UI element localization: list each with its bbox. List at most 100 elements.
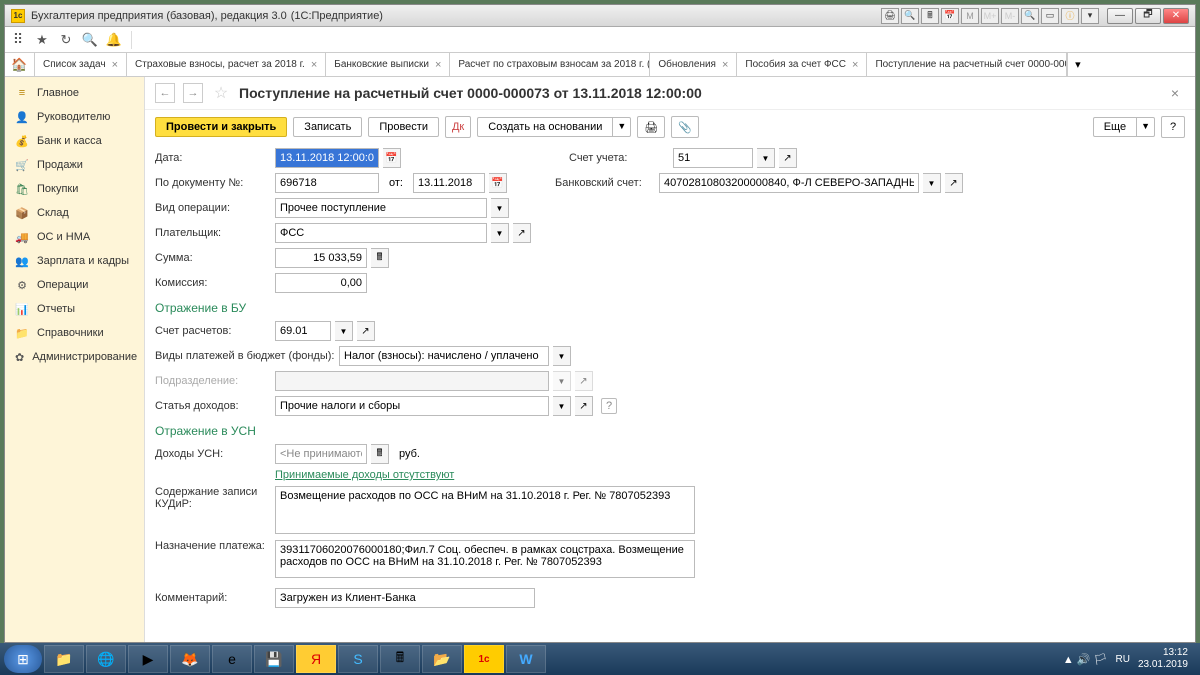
tray-icons[interactable]: ▲ 🔊 🏳 [1063, 653, 1108, 666]
history-icon[interactable]: ↻ [57, 31, 75, 49]
tb-print-icon[interactable]: 🖨 [881, 8, 899, 24]
search-icon[interactable]: 🔍 [81, 31, 99, 49]
post-button[interactable]: Провести [368, 117, 439, 137]
create-based-button[interactable]: Создать на основании [477, 117, 613, 137]
account-input[interactable] [673, 148, 753, 168]
tb-zoom-icon[interactable]: 🔍 [1021, 8, 1039, 24]
dropdown-icon[interactable]: ▼ [757, 148, 775, 168]
sidebar-item-catalogs[interactable]: 📁Справочники [5, 321, 144, 345]
task-word[interactable]: W [506, 645, 546, 673]
income-input[interactable] [275, 396, 549, 416]
task-explorer[interactable]: 📁 [44, 645, 84, 673]
favorite-icon[interactable]: ★ [33, 31, 51, 49]
close-button[interactable]: ✕ [1163, 8, 1189, 24]
tray-lang[interactable]: RU [1115, 654, 1129, 665]
kudir-textarea[interactable] [275, 486, 695, 534]
dropdown-icon[interactable]: ▼ [491, 198, 509, 218]
tab[interactable]: Расчет по страховым взносам за 2018 г. (… [450, 53, 650, 76]
tab-close-icon[interactable]: × [311, 59, 317, 71]
start-button[interactable]: ⊞ [4, 645, 42, 673]
tab[interactable]: Пособия за счет ФСС× [737, 53, 867, 76]
bankacc-input[interactable] [659, 173, 919, 193]
nav-forward-button[interactable]: → [183, 83, 203, 103]
sidebar-item-salary[interactable]: 👥Зарплата и кадры [5, 249, 144, 273]
optype-input[interactable] [275, 198, 487, 218]
sidebar-item-warehouse[interactable]: 📦Склад [5, 201, 144, 225]
dropdown-icon[interactable]: ▼ [553, 346, 571, 366]
tab[interactable]: Обновления× [650, 53, 737, 76]
task-1c[interactable]: 1c [464, 645, 504, 673]
write-button[interactable]: Записать [293, 117, 362, 137]
dropdown-icon[interactable]: ▼ [613, 117, 631, 137]
tray-clock[interactable]: 13:12 23.01.2019 [1138, 647, 1188, 671]
docdate-input[interactable] [413, 173, 485, 193]
payer-input[interactable] [275, 223, 487, 243]
help-button[interactable]: ? [1161, 116, 1185, 138]
calendar-icon[interactable]: 📅 [383, 148, 401, 168]
print-button[interactable]: 🖨 [637, 116, 665, 138]
task-save[interactable]: 💾 [254, 645, 294, 673]
nav-back-button[interactable]: ← [155, 83, 175, 103]
comment-input[interactable] [275, 588, 535, 608]
more-button[interactable]: Еще [1093, 117, 1137, 137]
tab-close-icon[interactable]: × [112, 59, 118, 71]
task-calc[interactable]: 🖩 [380, 645, 420, 673]
bell-icon[interactable]: 🔔 [105, 31, 123, 49]
minimize-button[interactable]: — [1107, 8, 1133, 24]
tb-search-icon[interactable]: 🔍 [901, 8, 919, 24]
tb-calc-icon[interactable]: 🖩 [921, 8, 939, 24]
star-button[interactable]: ☆ [211, 83, 231, 103]
sidebar-item-admin[interactable]: ✿Администрирование [5, 345, 144, 369]
sidebar-item-bank[interactable]: 💰Банк и касса [5, 129, 144, 153]
task-ie[interactable]: e [212, 645, 252, 673]
date-input[interactable] [275, 148, 379, 168]
dropdown-icon[interactable]: ▼ [335, 321, 353, 341]
tb-panel-icon[interactable]: ▭ [1041, 8, 1059, 24]
task-media[interactable]: ▶ [128, 645, 168, 673]
tb-m2-icon[interactable]: M+ [981, 8, 999, 24]
task-yandex[interactable]: Я [296, 645, 336, 673]
sidebar-item-assets[interactable]: 🚚ОС и НМА [5, 225, 144, 249]
home-tab[interactable]: 🏠 [5, 53, 35, 76]
tab[interactable]: Страховые взносы, расчет за 2018 г.× [127, 53, 326, 76]
post-close-button[interactable]: Провести и закрыть [155, 117, 287, 137]
tabs-dropdown[interactable]: ▾ [1067, 53, 1087, 76]
tab-close-icon[interactable]: × [722, 59, 728, 71]
task-skype[interactable]: S [338, 645, 378, 673]
tb-calendar-icon[interactable]: 📅 [941, 8, 959, 24]
calcacc-input[interactable] [275, 321, 331, 341]
tab[interactable]: Банковские выписки× [326, 53, 450, 76]
attach-button[interactable]: 📎 [671, 116, 699, 138]
close-document-button[interactable]: × [1165, 85, 1185, 101]
task-firefox[interactable]: 🦊 [170, 645, 210, 673]
sidebar-item-main[interactable]: ≡Главное [5, 81, 144, 105]
sidebar-item-operations[interactable]: ⚙Операции [5, 273, 144, 297]
tb-menu-icon[interactable]: ▾ [1081, 8, 1099, 24]
sidebar-item-manager[interactable]: 👤Руководителю [5, 105, 144, 129]
tab-active[interactable]: Поступление на расчетный счет 0000-00007… [867, 53, 1067, 76]
apps-grid-icon[interactable]: ⠿ [9, 31, 27, 49]
task-folder[interactable]: 📂 [422, 645, 462, 673]
maximize-button[interactable]: 🗗 [1135, 8, 1161, 24]
dk-button[interactable]: Дк [445, 116, 471, 138]
sidebar-item-purchases[interactable]: 🛍Покупки [5, 177, 144, 201]
tab-close-icon[interactable]: × [852, 59, 858, 71]
dropdown-icon[interactable]: ▼ [553, 396, 571, 416]
dropdown-icon[interactable]: ▼ [923, 173, 941, 193]
dropdown-icon[interactable]: ▼ [491, 223, 509, 243]
calc-icon[interactable]: 🖩 [371, 444, 389, 464]
open-icon[interactable]: ↗ [945, 173, 963, 193]
sum-input[interactable] [275, 248, 367, 268]
open-icon[interactable]: ↗ [357, 321, 375, 341]
help-icon[interactable]: ? [601, 398, 617, 414]
tab-close-icon[interactable]: × [435, 59, 441, 71]
open-icon[interactable]: ↗ [575, 396, 593, 416]
open-icon[interactable]: ↗ [513, 223, 531, 243]
task-chrome[interactable]: 🌐 [86, 645, 126, 673]
tb-info-icon[interactable]: ⓘ [1061, 8, 1079, 24]
docnum-input[interactable] [275, 173, 379, 193]
sidebar-item-reports[interactable]: 📊Отчеты [5, 297, 144, 321]
tb-m-icon[interactable]: M [961, 8, 979, 24]
calc-icon[interactable]: 🖩 [371, 248, 389, 268]
dropdown-icon[interactable]: ▼ [1137, 117, 1155, 137]
